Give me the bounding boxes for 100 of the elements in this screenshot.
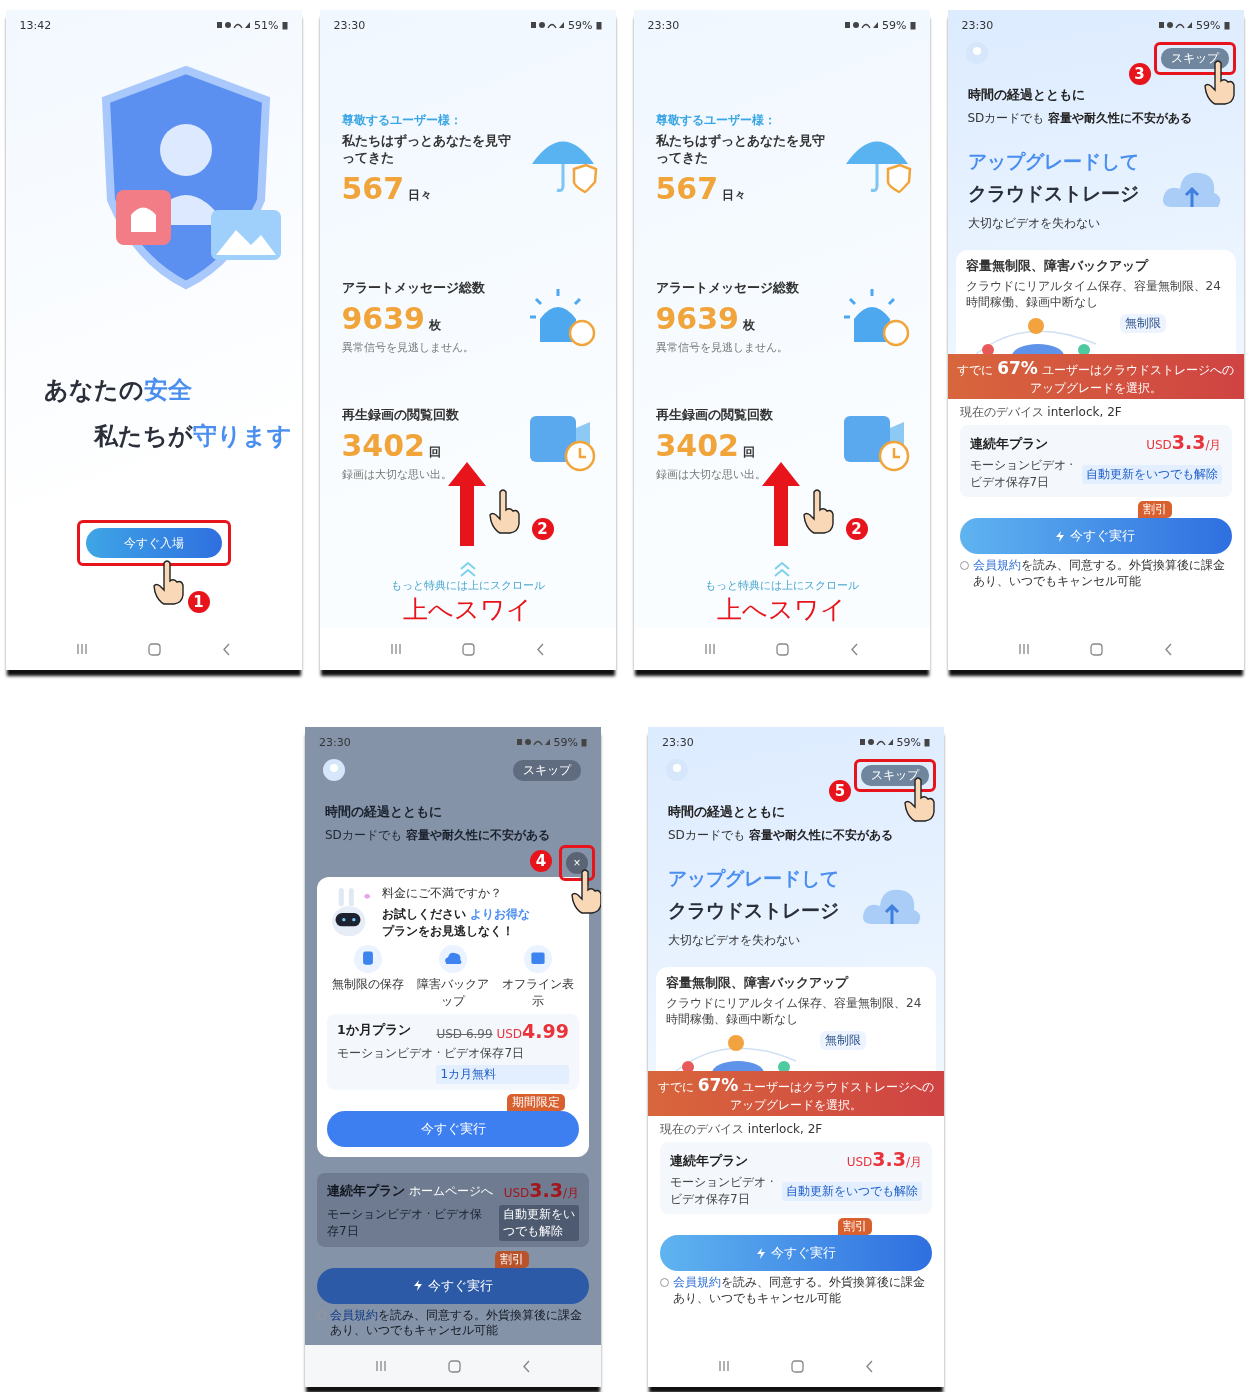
status-icons bbox=[1159, 21, 1194, 29]
back-icon[interactable] bbox=[864, 1359, 874, 1373]
run-now-button[interactable]: 今すぐ実行 bbox=[327, 1110, 579, 1147]
stat-note: 異常信号を見逃しません。 bbox=[655, 339, 789, 355]
plan-description: モーションビデオ · ビデオ保存7日 bbox=[337, 1044, 526, 1062]
home-icon[interactable] bbox=[448, 1359, 461, 1373]
plan-card[interactable]: 1か月プラン USD 6.99 USD4.99 モーションビデオ · ビデオ保存7日 1カ月無料 bbox=[327, 1013, 579, 1090]
back-icon[interactable] bbox=[521, 1359, 531, 1373]
battery-icon bbox=[595, 20, 602, 30]
battery-level: 59% bbox=[882, 18, 907, 32]
price-note: 自動更新をいつでも解除 bbox=[1081, 464, 1222, 484]
price-note: 自動更新をいつでも解除 bbox=[499, 1204, 579, 1241]
skip-button[interactable]: スキップ bbox=[513, 760, 581, 781]
terms-link[interactable]: 会員規約 bbox=[972, 558, 1021, 573]
back-icon[interactable] bbox=[536, 642, 546, 656]
plan-card[interactable]: 連続年プラン ホームページへ USD3.3/月 モーションビデオ · ビデオ保存7日 自動更新をいつでも解除 bbox=[317, 1172, 589, 1247]
stat-value: 9639 枚 bbox=[341, 300, 442, 336]
status-time: 23:30 bbox=[662, 735, 694, 749]
subheading-text: SDカードでも 容量や耐久性に不安がある bbox=[667, 827, 894, 844]
step-number: 3 bbox=[1128, 63, 1151, 85]
cloud-feature-icon bbox=[439, 944, 467, 973]
avatar-icon bbox=[323, 759, 345, 781]
hand-pointer-icon bbox=[801, 488, 836, 534]
terms-link[interactable]: 会員規約 bbox=[673, 1275, 721, 1290]
welcome-title: あなたの安全 bbox=[42, 375, 193, 406]
enter-button[interactable]: 今すぐ入場 bbox=[85, 528, 222, 558]
plan-price: USD3.3/月 bbox=[845, 1148, 922, 1172]
close-button[interactable]: × bbox=[566, 852, 588, 874]
battery-level: 51% bbox=[254, 18, 279, 32]
feature-title: 容量無制限、障害バックアップ bbox=[965, 258, 1150, 275]
stat-note: 録画は大切な思い出。 bbox=[341, 466, 453, 482]
hand-pointer-icon bbox=[570, 868, 601, 914]
step-number: 5 bbox=[829, 780, 851, 802]
skip-button[interactable]: スキップ bbox=[1160, 48, 1229, 69]
plan-card[interactable]: 連続年プラン USD3.3/月 モーションビデオ · ビデオ保存7日 自動更新をいつでも解除 bbox=[959, 425, 1232, 498]
back-icon[interactable] bbox=[1164, 642, 1174, 656]
step-number: 1 bbox=[187, 591, 210, 613]
bolt-icon bbox=[1056, 530, 1064, 542]
home-icon[interactable] bbox=[776, 642, 790, 656]
tagline-text: 大切なビデオを失わない bbox=[668, 932, 801, 949]
status-time: 23:30 bbox=[961, 18, 994, 32]
recent-apps-icon[interactable] bbox=[75, 643, 88, 655]
recent-apps-icon[interactable] bbox=[375, 1360, 388, 1372]
battery-level: 59% bbox=[1196, 18, 1221, 32]
up-arrow-icon bbox=[761, 462, 800, 546]
home-icon[interactable] bbox=[148, 642, 162, 656]
battery-level: 59% bbox=[896, 735, 921, 749]
status-icons bbox=[845, 21, 880, 29]
recent-apps-icon[interactable] bbox=[718, 1360, 731, 1372]
run-now-button[interactable]: 今すぐ実行 bbox=[317, 1267, 589, 1304]
back-icon[interactable] bbox=[222, 642, 232, 656]
back-icon[interactable] bbox=[850, 642, 860, 656]
battery-icon bbox=[1223, 20, 1230, 30]
step-number: 4 bbox=[530, 850, 552, 872]
status-time: 23:30 bbox=[319, 735, 351, 749]
plan-card[interactable]: 連続年プラン USD3.3/月 モーションビデオ · ビデオ保存7日 自動更新をいつでも解除 bbox=[660, 1142, 932, 1215]
welcome-subtitle: 私たちが守ります bbox=[92, 421, 293, 452]
stat-label: 私たちはずっとあなたを見守ってきた bbox=[655, 133, 826, 167]
plan-price: USD3.3/月 bbox=[1145, 431, 1222, 455]
recent-apps-icon[interactable] bbox=[389, 643, 402, 655]
feature-description: クラウドにリアルタイム保存、容量無制限、24時間稼働、録画中断なし bbox=[965, 279, 1222, 311]
hand-pointer-icon bbox=[151, 559, 186, 605]
bolt-icon bbox=[413, 1280, 422, 1292]
plan-name: 連続年プラン bbox=[969, 435, 1048, 451]
tagline-text: 大切なビデオを失わない bbox=[967, 215, 1101, 232]
swipe-caption: 上へスワイ bbox=[402, 594, 533, 626]
greeting-text: 尊敬するユーザー様： bbox=[341, 112, 463, 129]
skip-button[interactable]: スキップ bbox=[861, 765, 929, 786]
battery-icon bbox=[924, 737, 930, 747]
battery-icon bbox=[909, 20, 916, 30]
home-icon[interactable] bbox=[462, 642, 476, 656]
plan-description: モーションビデオ · ビデオ保存7日 bbox=[969, 457, 1075, 492]
subheading-text: SDカードでも 容量や耐久性に不安がある bbox=[966, 110, 1194, 127]
stat-value: 567 日々 bbox=[655, 170, 748, 206]
stat-label: アラートメッセージ総数 bbox=[341, 279, 486, 297]
recent-apps-icon[interactable] bbox=[1017, 643, 1030, 655]
terms-text: 会員規約を読み、同意する。外貨換算後に課金あり、いつでもキャンセル可能 bbox=[330, 1307, 583, 1339]
chevron-up-icon[interactable] bbox=[772, 560, 791, 578]
home-icon[interactable] bbox=[1090, 642, 1104, 656]
battery-level: 59% bbox=[568, 18, 593, 32]
plan-name: 1か月プラン bbox=[337, 1022, 412, 1040]
discount-badge: 割引 bbox=[495, 1250, 529, 1268]
feature-label: オフライン表示 bbox=[501, 975, 576, 1010]
up-arrow-icon bbox=[447, 462, 486, 546]
stat-value: 3402 回 bbox=[341, 427, 442, 463]
run-now-button[interactable]: 今すぐ実行 bbox=[660, 1235, 932, 1272]
stat-value: 3402 回 bbox=[655, 427, 756, 463]
status-icons bbox=[516, 738, 551, 746]
terms-text: 会員規約を読み、同意する。外貨換算後に課金あり、いつでもキャンセル可能 bbox=[972, 558, 1226, 590]
run-now-button[interactable]: 今すぐ実行 bbox=[959, 518, 1232, 555]
home-icon[interactable] bbox=[791, 1359, 804, 1373]
dialog-message: お試しください よりお得な bbox=[382, 906, 531, 923]
feature-description: クラウドにリアルタイム保存、容量無制限、24時間稼働、録画中断なし bbox=[666, 996, 923, 1028]
promo-banner: すでに 67% ユーザーはクラウドストレージへのアップグレードを選択。 bbox=[648, 1071, 944, 1117]
alarm-light-icon bbox=[527, 287, 598, 348]
chevron-up-icon[interactable] bbox=[458, 560, 477, 578]
recent-apps-icon[interactable] bbox=[703, 643, 716, 655]
limited-badge: 期間限定 bbox=[507, 1093, 565, 1111]
swipe-caption: 上へスワイ bbox=[716, 594, 847, 626]
terms-link[interactable]: 会員規約 bbox=[330, 1307, 378, 1322]
